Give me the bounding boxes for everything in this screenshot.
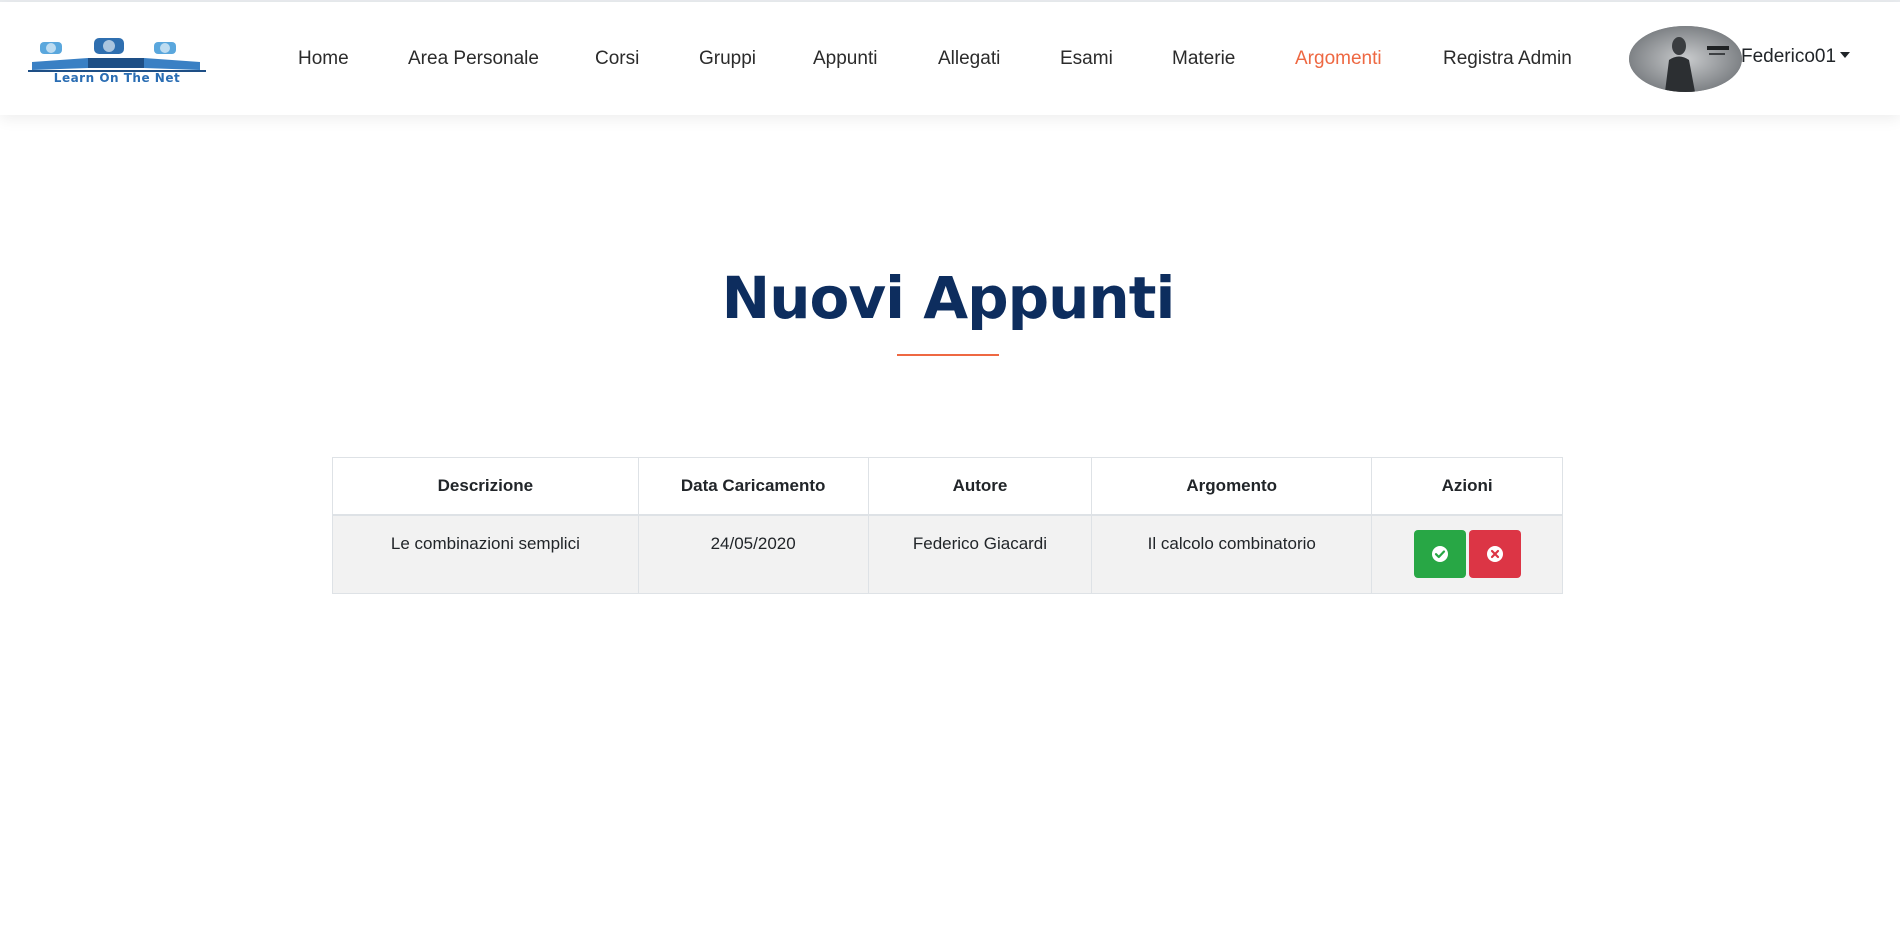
column-header-data-caricamento: Data Caricamento <box>637 457 869 516</box>
nav-gruppi[interactable]: Gruppi <box>699 47 756 71</box>
nav-allegati[interactable]: Allegati <box>938 47 1000 71</box>
nav-corsi[interactable]: Corsi <box>595 47 639 71</box>
title-underline <box>897 354 999 356</box>
logo-image: Learn On The Net <box>28 38 206 84</box>
table-row: Le combinazioni semplici 24/05/2020 Fede… <box>332 514 1563 594</box>
nav-registra-admin[interactable]: Registra Admin <box>1443 47 1572 71</box>
check-circle-icon <box>1430 544 1450 564</box>
times-circle-icon <box>1485 544 1505 564</box>
nav-argomenti[interactable]: Argomenti <box>1295 47 1382 71</box>
page-title: Nuovi Appunti <box>721 264 1176 332</box>
approve-button[interactable] <box>1413 529 1466 578</box>
nav-materie[interactable]: Materie <box>1172 47 1235 71</box>
cell-autore: Federico Giacardi <box>867 514 1093 594</box>
avatar-photo <box>1629 26 1742 92</box>
user-avatar[interactable] <box>1629 26 1742 92</box>
cell-azioni <box>1371 514 1563 594</box>
column-header-descrizione: Descrizione <box>332 457 639 516</box>
nav-home[interactable]: Home <box>298 47 349 71</box>
column-header-azioni: Azioni <box>1371 457 1563 516</box>
caret-down-icon <box>1840 52 1851 58</box>
cell-argomento: Il calcolo combinatorio <box>1091 514 1373 594</box>
table-header-row: Descrizione Data Caricamento Autore Argo… <box>332 457 1563 516</box>
column-header-autore: Autore <box>867 457 1093 516</box>
user-menu-toggle[interactable]: Federico01 <box>1741 45 1851 69</box>
site-logo[interactable]: Learn On The Net <box>22 38 212 84</box>
nav-area-personale[interactable]: Area Personale <box>408 47 539 71</box>
cell-descrizione: Le combinazioni semplici <box>332 514 639 594</box>
navbar: Learn On The Net Home Area Personale Cor… <box>0 2 1900 115</box>
appunti-table: Descrizione Data Caricamento Autore Argo… <box>332 457 1563 594</box>
nav-appunti[interactable]: Appunti <box>813 47 877 71</box>
column-header-argomento: Argomento <box>1091 457 1373 516</box>
logo-text: Learn On The Net <box>54 71 180 84</box>
username: Federico01 <box>1741 46 1837 67</box>
nav-esami[interactable]: Esami <box>1060 47 1113 71</box>
reject-button[interactable] <box>1468 529 1521 578</box>
cell-data-caricamento: 24/05/2020 <box>637 514 869 594</box>
